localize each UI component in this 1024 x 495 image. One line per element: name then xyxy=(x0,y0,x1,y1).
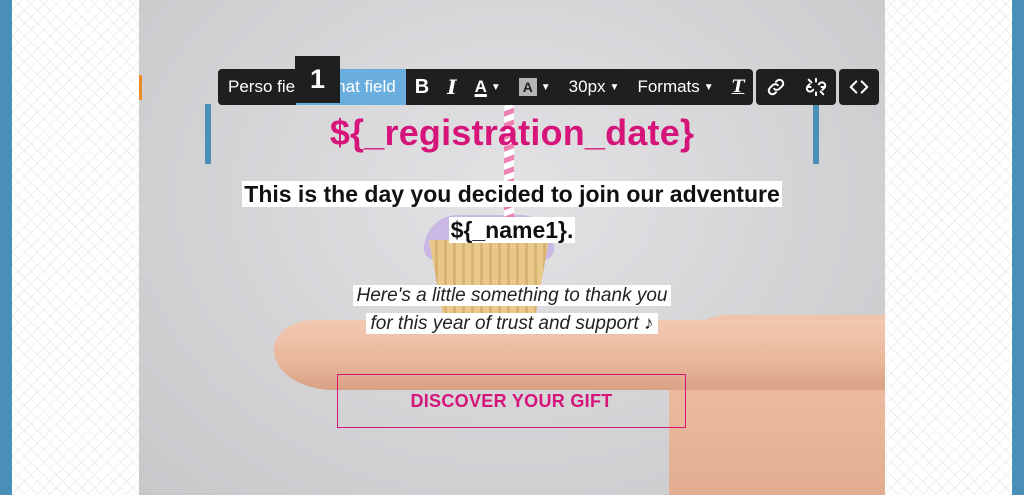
toolbar-link-group xyxy=(756,69,837,105)
code-icon xyxy=(850,80,869,94)
orange-marker xyxy=(139,75,142,100)
clear-formatting-button[interactable]: T xyxy=(723,69,754,105)
italic-button[interactable]: I xyxy=(438,69,465,105)
source-code-button[interactable] xyxy=(839,69,879,105)
chevron-down-icon: ▼ xyxy=(609,81,620,93)
headline-line-2: ${_name1}. xyxy=(448,217,576,243)
background-color-icon: A xyxy=(518,78,537,96)
background-color-button[interactable]: A ▼ xyxy=(510,69,560,105)
perso-field-button[interactable]: Perso field xyxy=(218,69,296,105)
text-color-button[interactable]: A ▼ xyxy=(466,69,510,105)
discover-gift-button[interactable]: DISCOVER YOUR GIFT xyxy=(337,374,686,428)
headline-text[interactable]: This is the day you decided to join our … xyxy=(139,176,885,248)
step-number-badge: 1 xyxy=(295,56,340,103)
registration-date-title[interactable]: ${_registration_date} xyxy=(139,112,885,154)
subline-text[interactable]: Here's a little something to thank you f… xyxy=(139,282,885,338)
chevron-down-icon: ▼ xyxy=(703,81,714,93)
formats-label: Formats xyxy=(637,77,700,96)
font-size-dropdown[interactable]: 30px ▼ xyxy=(560,69,629,105)
clear-formatting-icon: T xyxy=(731,77,745,97)
font-size-value: 30px xyxy=(568,77,606,96)
bold-button[interactable]: B xyxy=(406,69,438,105)
subline-line-1: Here's a little something to thank you xyxy=(352,285,672,306)
frame-border-right xyxy=(1012,0,1024,495)
background-pattern-left xyxy=(12,0,139,495)
link-button[interactable] xyxy=(756,69,796,105)
unlink-button[interactable] xyxy=(796,69,836,105)
link-icon xyxy=(768,78,785,96)
unlink-icon xyxy=(806,77,827,97)
chevron-down-icon: ▼ xyxy=(490,81,501,93)
toolbar-code-group xyxy=(839,69,880,105)
headline-line-1: This is the day you decided to join our … xyxy=(242,181,782,207)
frame-border-left xyxy=(0,0,12,495)
text-color-icon: A xyxy=(474,77,487,96)
chevron-down-icon: ▼ xyxy=(540,81,551,93)
background-pattern-right xyxy=(885,0,1012,495)
formats-dropdown[interactable]: Formats ▼ xyxy=(628,69,722,105)
subline-line-2: for this year of trust and support ♪ xyxy=(366,313,658,334)
